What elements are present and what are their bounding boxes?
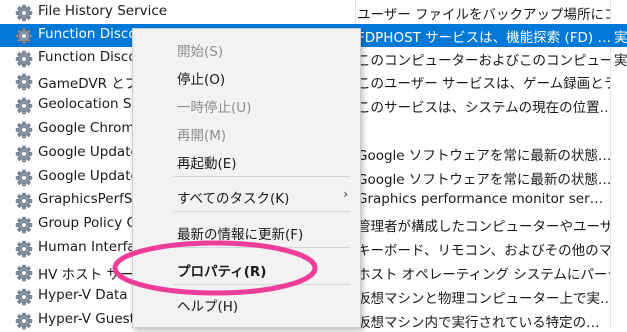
gear-icon bbox=[15, 4, 33, 22]
menu-item-start[interactable]: 開始(S) bbox=[177, 40, 223, 60]
service-description: Google ソフトウェアを常に最新の状態… bbox=[357, 172, 610, 188]
submenu-arrow-icon: › bbox=[343, 187, 348, 201]
service-description: Google ソフトウェアを常に最新の状態… bbox=[357, 148, 610, 164]
gear-icon bbox=[15, 312, 33, 330]
gear-icon bbox=[15, 240, 33, 258]
service-description: Graphics performance monitor ser… bbox=[357, 191, 604, 207]
menu-item-all-tasks-label: すべてのタスク(K) bbox=[177, 191, 290, 207]
menu-item-all-tasks[interactable]: すべてのタスク(K) › bbox=[177, 187, 360, 207]
context-menu: 開始(S) 停止(O) 一時停止(U) 再開(M) 再起動(E) すべてのタスク… bbox=[132, 28, 361, 328]
service-description: キーボード、リモコン、およびその他のマル… bbox=[357, 243, 610, 259]
service-description: このコンピューターおよびこのコンピューター… bbox=[357, 53, 610, 69]
gear-icon bbox=[15, 27, 33, 45]
menu-item-help[interactable]: ヘルプ(H) bbox=[177, 295, 238, 315]
menu-item-pause[interactable]: 一時停止(U) bbox=[177, 96, 251, 116]
service-description: FDPHOST サービスは、機能探索 (FD) … bbox=[357, 30, 610, 46]
menu-separator bbox=[173, 247, 350, 248]
service-description: 仮想マシン内で実行されている特定の… bbox=[357, 315, 600, 331]
menu-item-stop[interactable]: 停止(O) bbox=[177, 68, 225, 88]
service-description: このユーザー サービスは、ゲーム録画とライ… bbox=[357, 76, 610, 92]
gear-icon bbox=[15, 97, 33, 115]
service-description: 仮想マシンと物理コンピューター上で実… bbox=[357, 291, 610, 307]
menu-item-properties[interactable]: プロパティ(R) bbox=[177, 260, 266, 280]
service-name: File History Service bbox=[38, 3, 168, 19]
gear-icon bbox=[15, 145, 33, 163]
service-status: 実 bbox=[614, 53, 627, 69]
menu-item-restart[interactable]: 再起動(E) bbox=[177, 152, 237, 172]
gear-icon bbox=[15, 288, 33, 306]
menu-separator bbox=[173, 211, 350, 212]
service-description: このサービスは、システムの現在の位置… bbox=[357, 100, 610, 116]
menu-item-refresh[interactable]: 最新の情報に更新(F) bbox=[177, 223, 303, 243]
gear-icon bbox=[15, 264, 33, 282]
service-description: 管理者が構成したコンピューターやユーザ… bbox=[357, 219, 610, 235]
gear-icon bbox=[15, 121, 33, 139]
service-row[interactable]: File History Service ユーザー ファイルをバックアップ場所に… bbox=[0, 1, 627, 24]
service-description: ユーザー ファイルをバックアップ場所にコピ… bbox=[357, 7, 610, 23]
gear-icon bbox=[15, 50, 33, 68]
service-status: 実 bbox=[614, 30, 627, 46]
gear-icon bbox=[15, 169, 33, 187]
service-name: Google Chrome bbox=[38, 120, 143, 136]
gear-icon bbox=[15, 216, 33, 234]
menu-item-resume[interactable]: 再開(M) bbox=[177, 124, 226, 144]
gear-icon bbox=[15, 73, 33, 91]
gear-icon bbox=[15, 192, 33, 210]
menu-separator bbox=[173, 176, 350, 177]
service-description: ホスト オペレーティング システムにパーティ… bbox=[357, 267, 610, 283]
menu-separator bbox=[173, 284, 350, 285]
